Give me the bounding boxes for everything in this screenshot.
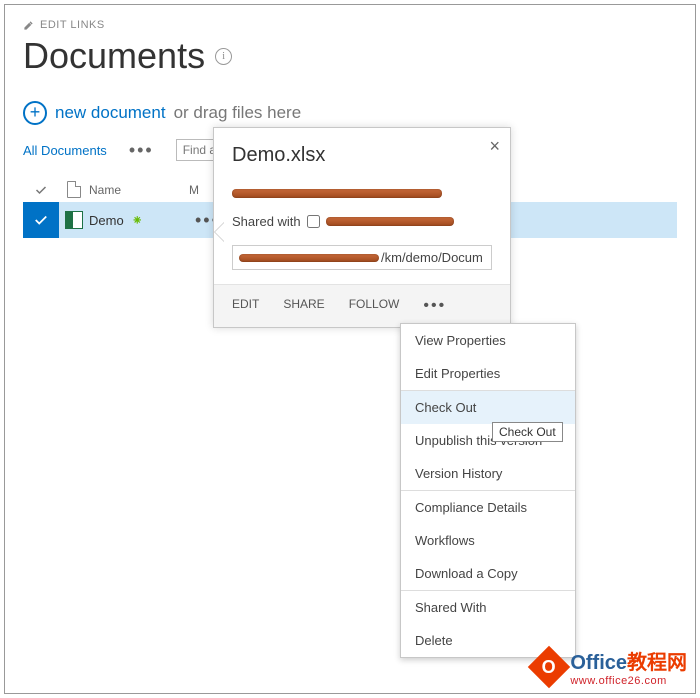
file-callout: × Demo.xlsx Shared with /km/demo/Docum E… bbox=[213, 127, 511, 328]
menu-download-copy[interactable]: Download a Copy bbox=[401, 557, 575, 590]
callout-changed-line bbox=[232, 185, 492, 200]
col-name-header[interactable]: Name bbox=[89, 183, 189, 197]
menu-check-out[interactable]: Check Out bbox=[401, 391, 575, 424]
menu-workflows[interactable]: Workflows bbox=[401, 524, 575, 557]
menu-version-history[interactable]: Version History bbox=[401, 457, 575, 490]
file-name: Demo bbox=[89, 213, 124, 228]
check-icon bbox=[35, 184, 47, 196]
menu-shared-with[interactable]: Shared With bbox=[401, 591, 575, 624]
edit-action[interactable]: EDIT bbox=[232, 297, 259, 315]
shared-with-checkbox[interactable] bbox=[307, 215, 320, 228]
file-type-icon bbox=[59, 211, 89, 229]
edit-links-link[interactable]: EDIT LINKS bbox=[23, 19, 677, 31]
col-check-header[interactable] bbox=[23, 184, 59, 196]
context-menu: View Properties Edit Properties Check Ou… bbox=[400, 323, 576, 658]
file-name-cell[interactable]: Demo ⁕ bbox=[89, 212, 189, 229]
new-badge-icon: ⁕ bbox=[131, 212, 143, 228]
shared-with-line: Shared with bbox=[232, 214, 492, 229]
share-action[interactable]: SHARE bbox=[283, 297, 324, 315]
pencil-icon bbox=[23, 20, 34, 31]
document-icon bbox=[67, 181, 81, 198]
xlsx-icon bbox=[65, 211, 83, 229]
office-logo-icon: O bbox=[528, 645, 570, 687]
menu-compliance-details[interactable]: Compliance Details bbox=[401, 491, 575, 524]
page-title: Documents i bbox=[23, 35, 677, 77]
close-button[interactable]: × bbox=[489, 136, 500, 157]
view-all-documents[interactable]: All Documents bbox=[23, 143, 107, 158]
callout-actions: EDIT SHARE FOLLOW ••• bbox=[214, 284, 510, 327]
watermark-suffix: 教程网 bbox=[627, 652, 687, 674]
menu-edit-properties[interactable]: Edit Properties bbox=[401, 357, 575, 390]
info-icon[interactable]: i bbox=[215, 48, 232, 65]
watermark-brand: Office bbox=[570, 652, 627, 674]
watermark-url: www.office26.com bbox=[570, 675, 687, 687]
drag-hint: or drag files here bbox=[174, 103, 302, 123]
plus-circle-icon[interactable]: + bbox=[23, 101, 47, 125]
shared-with-label: Shared with bbox=[232, 214, 301, 229]
check-icon bbox=[34, 213, 48, 227]
callout-title: Demo.xlsx bbox=[232, 144, 492, 167]
tooltip: Check Out bbox=[492, 422, 563, 442]
callout-more-button[interactable]: ••• bbox=[423, 297, 446, 315]
new-document-link[interactable]: new document bbox=[55, 103, 166, 123]
row-checkbox[interactable] bbox=[23, 202, 59, 238]
edit-links-label: EDIT LINKS bbox=[40, 19, 105, 31]
views-more-icon[interactable]: ••• bbox=[129, 140, 154, 161]
page-title-text: Documents bbox=[23, 35, 205, 77]
watermark: O Office教程网 www.office26.com bbox=[534, 646, 687, 687]
col-modified-header[interactable]: M bbox=[189, 183, 199, 197]
col-type-header[interactable] bbox=[59, 181, 89, 198]
file-path-suffix: /km/demo/Docum bbox=[381, 250, 483, 265]
file-path-input[interactable]: /km/demo/Docum bbox=[232, 245, 492, 270]
menu-view-properties[interactable]: View Properties bbox=[401, 324, 575, 357]
follow-action[interactable]: FOLLOW bbox=[349, 297, 400, 315]
